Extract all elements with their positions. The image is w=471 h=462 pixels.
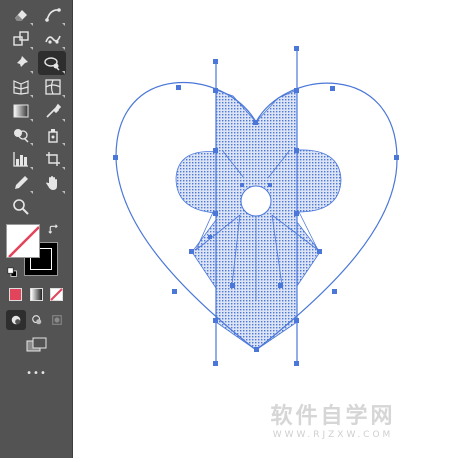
- symbol-sprayer-icon[interactable]: [40, 123, 66, 147]
- draw-behind-button[interactable]: [27, 310, 47, 330]
- none-mode-icon: [49, 287, 63, 301]
- flower-center-hole: [240, 185, 272, 217]
- screen-mode-button[interactable]: [24, 334, 50, 356]
- gradient-mode-icon: [29, 287, 43, 301]
- draw-inside-button[interactable]: [47, 310, 67, 330]
- swap-colors-icon[interactable]: [46, 222, 62, 238]
- fill-swatch[interactable]: [6, 224, 40, 258]
- artboard-icon[interactable]: [40, 147, 66, 171]
- watermark-sub-text: WWW.RJZXW.COM: [272, 430, 394, 440]
- zoom-icon[interactable]: [8, 195, 34, 219]
- hand-icon[interactable]: [40, 171, 66, 195]
- default-colors-icon[interactable]: [4, 264, 20, 280]
- artwork-svg: [113, 46, 399, 366]
- gradient-icon[interactable]: [8, 99, 34, 123]
- watermark: 软件自学网 WWW.RJZXW.COM: [258, 405, 408, 445]
- curvature-tool-icon[interactable]: [40, 3, 66, 27]
- puppet-warp-icon[interactable]: [40, 27, 66, 51]
- eraser-tool-icon[interactable]: [8, 3, 34, 27]
- mesh-icon[interactable]: [40, 75, 66, 99]
- none-mode-button[interactable]: [47, 285, 65, 303]
- draw-behind-icon: [32, 315, 42, 325]
- draw-inside-icon: [52, 315, 62, 325]
- lasso-tool-icon[interactable]: [38, 51, 66, 75]
- color-mode-icon: [8, 287, 22, 301]
- tools-panel: •••: [0, 0, 73, 458]
- more-tools-button[interactable]: •••: [0, 368, 73, 379]
- selected-shapes[interactable]: [175, 89, 342, 351]
- pin-icon[interactable]: [8, 51, 34, 75]
- draw-normal-icon: [11, 315, 21, 325]
- shape-builder-icon[interactable]: [8, 123, 34, 147]
- artboard-canvas[interactable]: [73, 0, 471, 458]
- screen-mode-icon: [26, 337, 47, 352]
- eyedropper-icon[interactable]: [40, 99, 66, 123]
- watermark-main-text: 软件自学网: [270, 404, 396, 429]
- column-graph-icon[interactable]: [8, 147, 34, 171]
- pencil-icon[interactable]: [8, 171, 34, 195]
- color-mode-button[interactable]: [6, 285, 24, 303]
- free-transform-icon[interactable]: [8, 27, 34, 51]
- perspective-grid-icon[interactable]: [8, 75, 34, 99]
- gradient-mode-button[interactable]: [27, 285, 45, 303]
- draw-normal-button[interactable]: [6, 310, 26, 330]
